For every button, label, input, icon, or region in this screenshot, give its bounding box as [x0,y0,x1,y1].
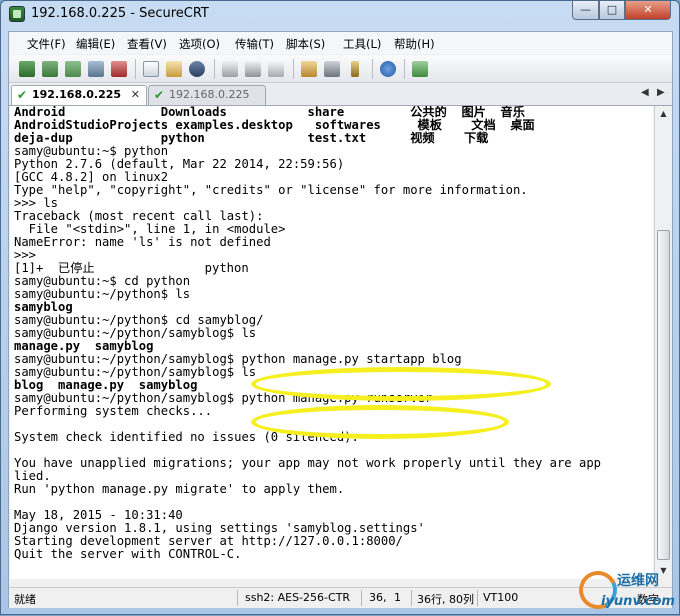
copy-icon[interactable] [141,59,161,79]
toolbar-separator [293,59,294,79]
status-divider [411,590,412,606]
status-cursor-row: 36, [369,591,387,604]
terminal-line: Run 'python manage.py migrate' to apply … [14,482,345,496]
paste-icon[interactable] [164,59,184,79]
status-divider [477,590,478,606]
status-size: 36行, 80列 [417,593,474,606]
sftp-icon[interactable] [410,59,430,79]
keymap-icon[interactable] [345,59,365,79]
securecrt-app-icon [9,6,25,22]
status-cursor-col: 1 [394,591,401,604]
quick-connect-icon[interactable] [40,59,60,79]
terminal-output: Android Downloads share 公共的 图片 音乐 Android… [14,106,601,574]
toolbar-separator [135,59,136,79]
print-icon[interactable] [243,59,263,79]
session-tab-bar: ✔ 192.168.0.225 ✕ ✔ 192.168.0.225 (1) ◀ … [9,84,672,119]
status-state: 就绪 [14,593,36,606]
toolbar-separator [372,59,373,79]
connected-check-icon: ✔ [154,88,165,102]
connected-check-icon: ✔ [17,88,28,102]
disconnect-icon[interactable] [109,59,129,79]
tab-session-active[interactable]: ✔ 192.168.0.225 ✕ [11,85,147,105]
client-area: 文件(F) 编辑(E) 查看(V) 选项(O) 传输(T) 脚本(S) 工具(L… [8,31,673,608]
securecrt-window: 192.168.0.225 - SecureCRT — □ ✕ 文件(F) 编辑… [0,0,680,615]
close-button[interactable]: ✕ [625,1,671,20]
print-selection-icon[interactable] [266,59,286,79]
menu-view[interactable]: 查看(V) [125,35,169,53]
tab-scroll-left-icon[interactable]: ◀ [641,87,649,98]
menu-script[interactable]: 脚本(S) [284,35,327,53]
status-divider [361,590,362,606]
menu-transfer[interactable]: 传输(T) [233,35,276,53]
print-setup-icon[interactable] [220,59,240,79]
terminal-line: NameError: name 'ls' is not defined [14,235,271,249]
terminal-line: Quit the server with CONTROL-C. [14,547,242,561]
help-icon[interactable] [378,59,398,79]
global-options-icon[interactable] [322,59,342,79]
title-bar[interactable]: 192.168.0.225 - SecureCRT — □ ✕ [1,1,679,29]
tab-label: 192.168.0.225 [32,88,122,101]
terminal-line: samy@ubuntu:~/python$ ls [14,287,191,301]
terminal-line: You have unapplied migrations; your app … [14,456,601,470]
status-terminal-type: VT100 [483,591,519,604]
terminal-view[interactable]: Android Downloads share 公共的 图片 音乐 Android… [10,106,653,579]
toolbar-separator [214,59,215,79]
menu-tools[interactable]: 工具(L) [341,35,383,53]
vertical-scrollbar[interactable]: ▲ ▼ [654,106,671,579]
status-cipher: ssh2: AES-256-CTR [245,591,351,604]
toolbar-separator [404,59,405,79]
find-icon[interactable] [187,59,207,79]
menu-file[interactable]: 文件(F) [25,35,68,53]
session-options-icon[interactable] [299,59,319,79]
watermark-url: iyunv.com [601,594,675,609]
status-divider [237,590,238,606]
watermark-name: 运维网 [617,573,659,589]
tab-close-icon[interactable]: ✕ [131,86,140,104]
menu-help[interactable]: 帮助(H) [392,35,437,53]
reconnect-icon[interactable] [86,59,106,79]
minimize-button[interactable]: — [572,1,599,20]
toolbar [9,55,672,83]
tab-session-2[interactable]: ✔ 192.168.0.225 (1) [148,85,266,119]
menu-bar: 文件(F) 编辑(E) 查看(V) 选项(O) 传输(T) 脚本(S) 工具(L… [9,32,672,54]
scroll-up-arrow-icon[interactable]: ▲ [657,106,670,122]
highlight-ellipse-runserver [251,405,509,439]
connect-icon[interactable] [17,59,37,79]
terminal-line: Type "help", "copyright", "credits" or "… [14,183,528,197]
site-watermark: 运维网 iyunv.com [573,565,680,616]
highlight-ellipse-startapp [251,367,551,401]
menu-edit[interactable]: 编辑(E) [74,35,117,53]
connect-tab-icon[interactable] [63,59,83,79]
menu-options[interactable]: 选项(O) [177,35,222,53]
tab-scroll-right-icon[interactable]: ▶ [657,87,665,98]
window-title: 192.168.0.225 - SecureCRT [31,6,209,21]
scrollbar-thumb[interactable] [657,230,670,560]
maximize-button[interactable]: □ [599,1,625,20]
status-bar: 就绪 ssh2: AES-256-CTR 36, 1 36行, 80列 VT10… [9,587,672,608]
